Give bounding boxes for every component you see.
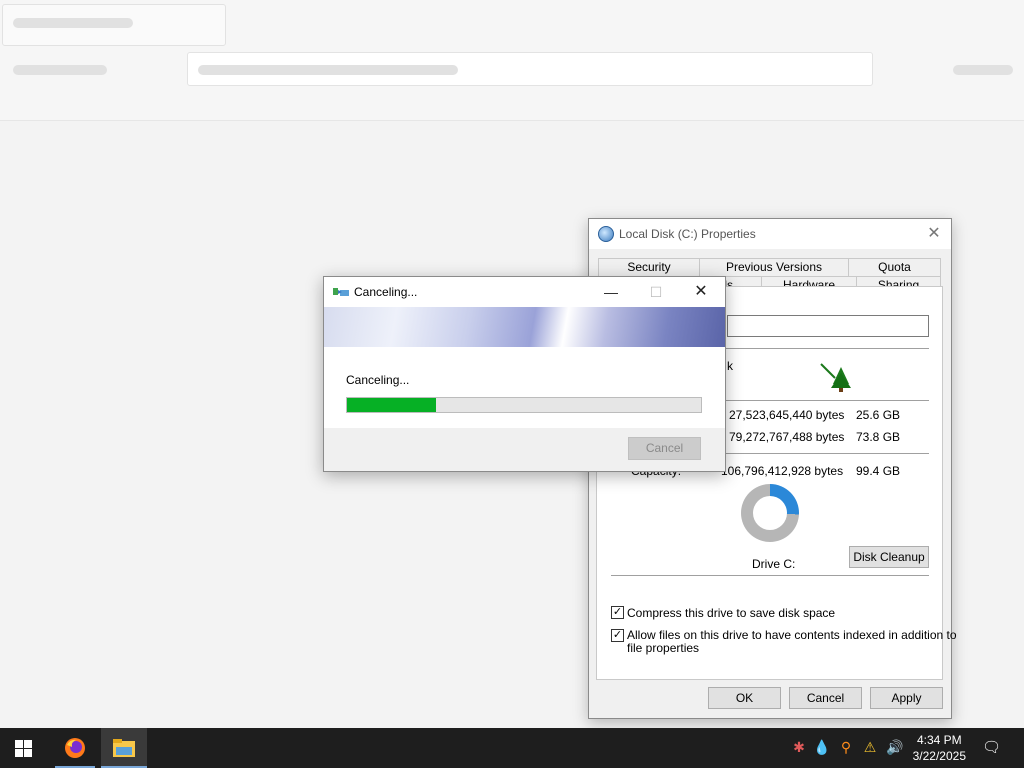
compress-checkbox[interactable]: ✓: [611, 606, 624, 619]
tab-title-placeholder: [13, 18, 133, 28]
dialog-banner: [324, 307, 725, 347]
tree-icon: [820, 363, 851, 392]
drive-icon: [598, 226, 614, 242]
start-button[interactable]: [0, 728, 48, 768]
droplet-icon[interactable]: 💧: [813, 738, 831, 756]
disk-usage-donut: [741, 484, 799, 542]
free-space-size: 73.8 GB: [856, 430, 901, 444]
address-bar-placeholder[interactable]: [187, 52, 873, 86]
drive-label: Drive C:: [752, 557, 796, 571]
copy-icon: [333, 288, 349, 296]
toolbar-placeholder: [953, 65, 1013, 75]
properties-titlebar[interactable]: Local Disk (C:) Properties ✕: [589, 219, 951, 249]
address-text-placeholder: [198, 65, 458, 75]
taskbar-firefox[interactable]: [55, 728, 95, 768]
index-label-line1: Allow files on this drive to have conten…: [627, 628, 957, 642]
used-space-size: 25.6 GB: [856, 408, 901, 422]
progress-fill: [347, 398, 436, 412]
taskbar-file-explorer[interactable]: [101, 728, 147, 768]
ok-button[interactable]: OK: [708, 687, 781, 709]
notifications-icon[interactable]: 🗨: [982, 739, 1001, 757]
maximize-icon: ☐: [649, 284, 663, 300]
network-error-icon[interactable]: ✱: [790, 738, 808, 756]
canceling-titlebar[interactable]: Canceling... — ☐ ✕: [324, 277, 725, 307]
capacity-size: 99.4 GB: [856, 464, 901, 478]
clock-date: 3/22/2025: [912, 749, 966, 763]
nav-placeholder: [13, 65, 107, 75]
firefox-icon: [65, 738, 85, 758]
folder-icon: [113, 739, 135, 757]
drive-name-field[interactable]: [727, 315, 929, 337]
compress-label: Compress this drive to save disk space: [627, 606, 836, 620]
tab-quota[interactable]: Quota: [848, 258, 941, 277]
used-space-bytes: 27,523,645,440 bytes: [729, 408, 845, 422]
security-warning-icon[interactable]: ⚠: [861, 738, 879, 756]
index-label-line2: file properties: [627, 641, 700, 655]
capacity-bytes: 106,796,412,928 bytes: [721, 464, 844, 478]
canceling-title: Canceling...: [354, 285, 418, 299]
disk-cleanup-button[interactable]: Disk Cleanup: [849, 546, 929, 568]
type-label: k: [727, 359, 733, 373]
cancel-button[interactable]: Cancel: [789, 687, 862, 709]
app-header: [0, 0, 1024, 121]
separator: [611, 575, 929, 576]
cancel-operation-button: Cancel: [628, 437, 701, 460]
canceling-dialog: Canceling... — ☐ ✕ Canceling... Cancel: [323, 276, 726, 472]
check-icon: ✓: [612, 629, 623, 641]
properties-title: Local Disk (C:) Properties: [619, 227, 756, 241]
windows-logo-icon: [15, 740, 32, 757]
free-space-bytes: 79,272,767,488 bytes: [729, 430, 845, 444]
clock-time: 4:34 PM: [916, 733, 962, 747]
close-icon[interactable]: ✕: [686, 281, 716, 303]
search-tool-icon[interactable]: ⚲: [837, 738, 855, 756]
progress-bar: [346, 397, 702, 413]
tab-security[interactable]: Security: [598, 258, 700, 277]
close-icon[interactable]: ✕: [923, 223, 945, 245]
minimize-icon[interactable]: —: [596, 281, 626, 303]
tab-previous-versions[interactable]: Previous Versions: [699, 258, 849, 277]
check-icon: ✓: [612, 606, 623, 618]
taskbar: ✱ 💧 ⚲ ⚠ 🔊 4:34 PM 3/22/2025 🗨: [0, 728, 1024, 768]
index-checkbox[interactable]: ✓: [611, 629, 624, 642]
clock[interactable]: 4:34 PM 3/22/2025: [913, 732, 966, 764]
volume-icon[interactable]: 🔊: [886, 738, 904, 756]
browser-tab-placeholder[interactable]: [2, 4, 226, 46]
canceling-message: Canceling...: [346, 373, 410, 387]
apply-button[interactable]: Apply: [870, 687, 943, 709]
